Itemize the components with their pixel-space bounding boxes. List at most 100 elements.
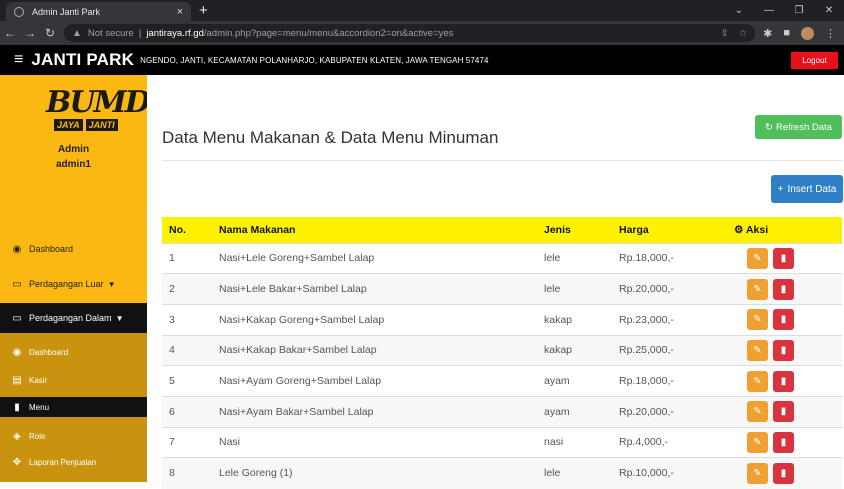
cell-no: 6 [162,395,212,428]
submenu-item-role[interactable]: ◈ Role [0,427,147,445]
cell-jenis: kakap [537,303,612,336]
close-window-icon[interactable]: ✕ [814,5,844,16]
delete-button[interactable]: ▮ [773,370,794,392]
table-row: 2 Nasi+Lele Bakar+Sambel Lalap lele Rp.20,0… [162,273,842,305]
pencil-icon: ✎ [753,344,762,356]
edit-button[interactable]: ✎ [747,247,768,269]
cell-aksi: ✎ ▮ [727,365,842,397]
cell-harga: Rp.20,000,- [612,395,727,428]
menu-table: No. Nama Makanan Jenis Harga ⚙ Aksi 1 Nas… [162,217,842,489]
clipboard-icon: ▮ [14,401,20,413]
user-role: Admin [57,144,90,155]
cell-no: 1 [162,242,212,274]
handshake-icon: ✥ [12,456,22,468]
submenu-item-label: Role [29,431,46,441]
extensions-icon[interactable]: ✱ [763,27,772,40]
reload-icon[interactable]: ↻ [40,26,60,40]
cell-no: 3 [162,303,212,336]
cell-aksi: ✎ ▮ [727,303,842,336]
insert-data-button[interactable]: + Insert Data [771,175,843,203]
warning-icon[interactable]: ▲ [72,28,82,39]
edit-button[interactable]: ✎ [747,431,768,453]
url-host: jantiraya.rf.gd [146,27,204,39]
edit-button[interactable]: ✎ [747,309,768,331]
refresh-icon: ↻ [765,121,773,133]
cell-jenis: ayam [537,365,612,397]
submenu-item-label: Laporan Penjualan [29,457,97,467]
delete-button[interactable]: ▮ [773,309,794,331]
browser-tab[interactable]: Admin Janti Park × [6,2,191,21]
col-aksi-label: Aksi [745,223,769,236]
delete-button[interactable]: ▮ [773,247,794,269]
edit-button[interactable]: ✎ [747,370,768,392]
cell-no: 4 [162,334,212,366]
hamburger-icon[interactable]: ≡ [14,51,23,69]
col-no: No. [162,217,212,243]
maximize-icon[interactable]: ❐ [784,5,814,16]
back-icon[interactable]: ← [0,26,20,40]
edit-button[interactable]: ✎ [747,401,768,423]
trash-icon: ▮ [780,314,787,326]
pencil-icon: ✎ [753,283,762,295]
tab-close-icon[interactable]: × [177,6,183,18]
app-header: ≡ JANTI PARK NGENDO, JANTI, KECAMATAN PO… [0,45,844,75]
cell-aksi: ✎ ▮ [727,242,842,274]
refresh-data-button[interactable]: ↻ Refresh Data [755,115,842,139]
sidebar-item-perdagangan-dalam[interactable]: ▭ Perdagangan Dalam ▼ [0,303,147,333]
bumdesa-logo: BUMDesa JAYA JANTI [46,88,200,140]
url-divider: | [138,27,142,39]
cell-harga: Rp.18,000,- [612,365,727,397]
edit-button[interactable]: ✎ [747,278,768,300]
share-icon[interactable]: ⇪ [721,28,729,39]
edit-button[interactable]: ✎ [747,462,768,484]
desktop-icon: ▭ [12,278,22,290]
trash-icon: ▮ [780,375,787,387]
cell-no: 2 [162,273,212,305]
sidebar: BUMDesa JAYA JANTI Admin admin1 ◉ Dashbo… [0,75,200,482]
submenu-item-dashboard[interactable]: ◉ Dashboard [0,343,147,361]
chevron-down-icon: ▼ [107,279,116,289]
cell-no: 8 [162,457,212,489]
submenu-item-kasir[interactable]: ▤ Kasir [0,371,147,389]
cell-nama: Lele Goreng (1) [212,457,537,489]
cell-jenis: nasi [537,426,612,458]
trash-icon: ▮ [780,406,787,418]
logout-button[interactable]: Logout [791,52,838,69]
delete-button[interactable]: ▮ [773,278,794,300]
kebab-menu-icon[interactable]: ⋮ [825,27,836,40]
trash-icon: ▮ [780,344,787,356]
address-bar[interactable]: ▲ Not secure | jantiraya.rf.gd /admin.ph… [64,24,756,42]
sidebar-item-perdagangan-luar[interactable]: ▭ Perdagangan Luar ▼ [0,274,147,294]
sidebar-item-label: Dashboard [29,244,74,254]
tab-search-icon[interactable]: ⌄ [724,5,754,16]
tachometer-icon: ◉ [12,346,22,358]
submenu-item-menu[interactable]: ▮ Menu [0,397,147,417]
cell-no: 7 [162,426,212,458]
cell-no: 5 [162,365,212,397]
delete-button[interactable]: ▮ [773,462,794,484]
edit-button[interactable]: ✎ [747,339,768,361]
submenu-item-label: Menu [29,402,50,412]
col-jenis: Jenis [537,217,612,243]
sidebar-item-dashboard[interactable]: ◉ Dashboard [0,239,147,259]
profile-avatar[interactable] [801,26,814,40]
pencil-icon: ✎ [753,436,762,448]
delete-button[interactable]: ▮ [773,431,794,453]
delete-button[interactable]: ▮ [773,401,794,423]
bookmark-star-icon[interactable]: ☆ [739,28,748,39]
cell-aksi: ✎ ▮ [727,273,842,305]
minimize-icon[interactable]: — [754,5,784,16]
page-title: Data Menu Makanan & Data Menu Minuman [162,128,499,147]
browser-tools: ✱ ■ ⋮ [763,26,844,40]
cell-aksi: ✎ ▮ [727,457,842,489]
sidepanel-icon[interactable]: ■ [783,27,790,39]
new-tab-icon[interactable]: + [199,2,208,19]
sidebar-item-label: Perdagangan Luar [29,279,104,289]
forward-icon[interactable]: → [20,26,40,40]
pencil-icon: ✎ [753,406,762,418]
cell-nama: Nasi+Lele Bakar+Sambel Lalap [212,273,537,305]
delete-button[interactable]: ▮ [773,339,794,361]
submenu-item-laporan-penjualan[interactable]: ✥ Laporan Penjualan [0,453,147,471]
brand-address: NGENDO, JANTI, KECAMATAN POLANHARJO, KAB… [140,55,489,65]
logo-plate-2: JANTI [85,119,118,131]
